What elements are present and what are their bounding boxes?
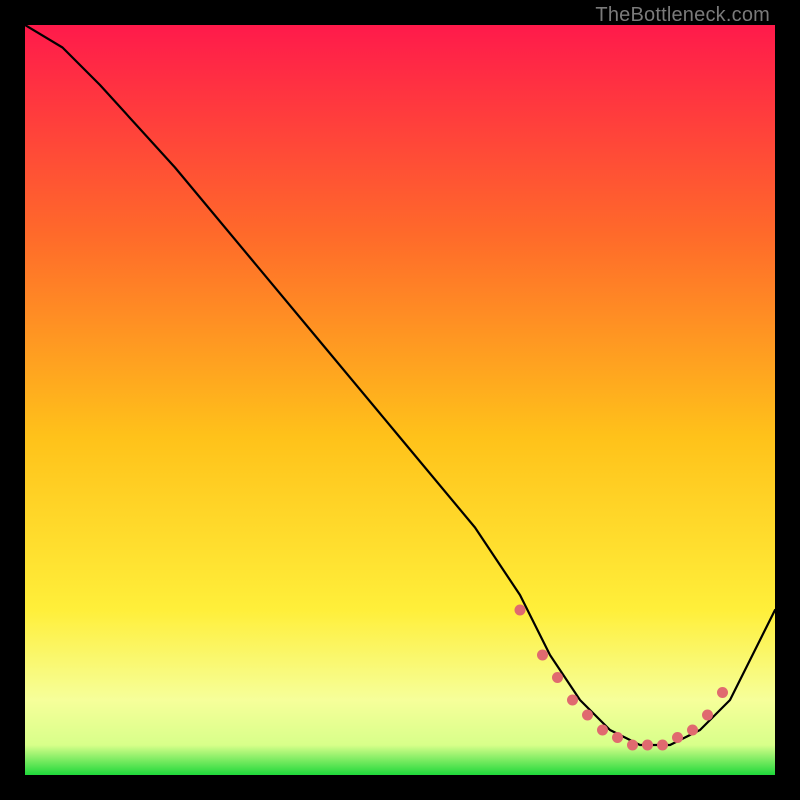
curve-marker bbox=[657, 740, 668, 751]
curve-marker bbox=[717, 687, 728, 698]
curve-marker bbox=[537, 650, 548, 661]
curve-marker bbox=[597, 725, 608, 736]
curve-marker bbox=[582, 710, 593, 721]
curve-marker bbox=[702, 710, 713, 721]
watermark-text: TheBottleneck.com bbox=[595, 4, 770, 27]
curve-marker bbox=[672, 732, 683, 743]
curve-marker bbox=[552, 672, 563, 683]
curve-marker bbox=[515, 605, 526, 616]
curve-marker bbox=[612, 732, 623, 743]
curve-marker bbox=[567, 695, 578, 706]
curve-marker bbox=[627, 740, 638, 751]
chart-frame bbox=[25, 25, 775, 775]
chart-canvas bbox=[25, 25, 775, 775]
curve-marker bbox=[642, 740, 653, 751]
curve-marker bbox=[687, 725, 698, 736]
gradient-background bbox=[25, 25, 775, 775]
